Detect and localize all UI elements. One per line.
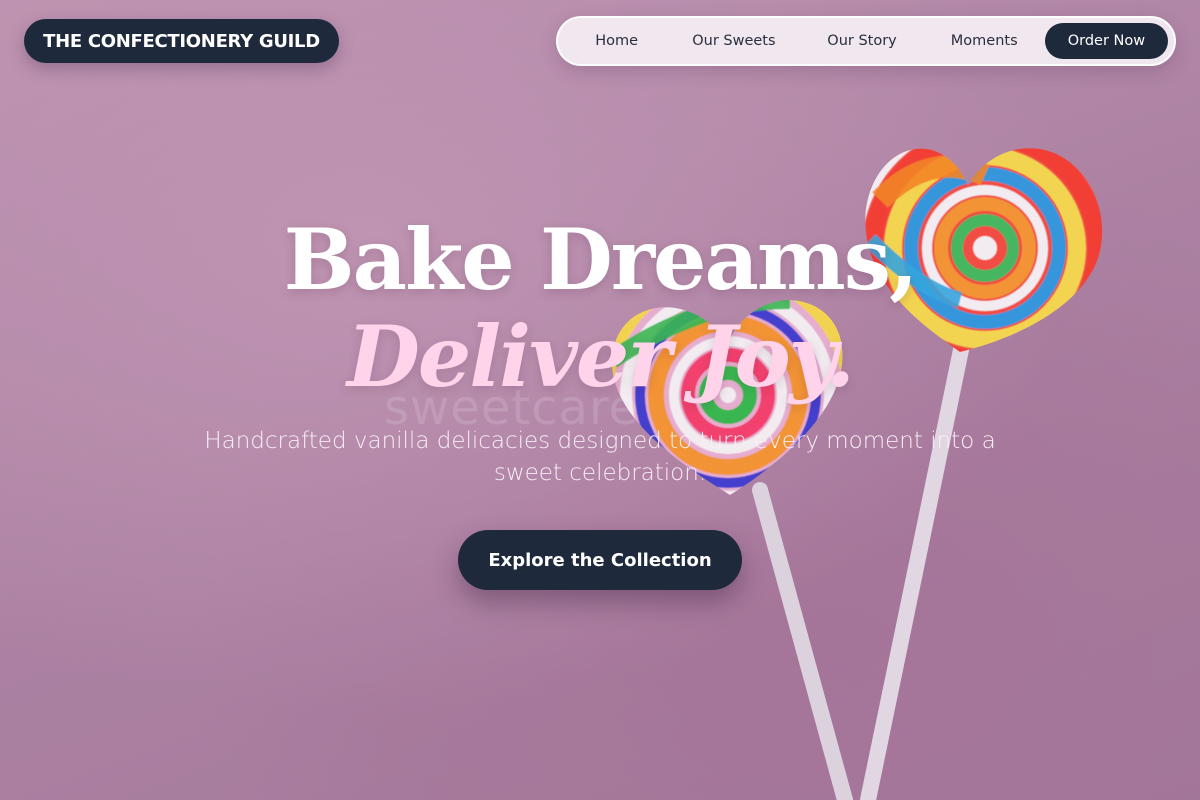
order-now-button[interactable]: Order Now [1044, 23, 1168, 59]
nav-link-home[interactable]: Home [566, 23, 667, 59]
hero-headline-line1: Bake Dreams, [283, 210, 919, 309]
main-nav: Home Our Sweets Our Story Moments Order … [556, 16, 1176, 66]
nav-link-our-story[interactable]: Our Story [800, 23, 923, 59]
explore-collection-button[interactable]: Explore the Collection [458, 530, 742, 590]
nav-link-moments[interactable]: Moments [924, 23, 1045, 59]
hero-subtitle: Handcrafted vanilla delicacies designed … [204, 428, 996, 486]
hero-headline-line2: Deliver Joy. [346, 307, 855, 406]
nav-link-our-sweets[interactable]: Our Sweets [667, 23, 800, 59]
brand-logo[interactable]: THE CONFECTIONERY GUILD [24, 19, 339, 63]
